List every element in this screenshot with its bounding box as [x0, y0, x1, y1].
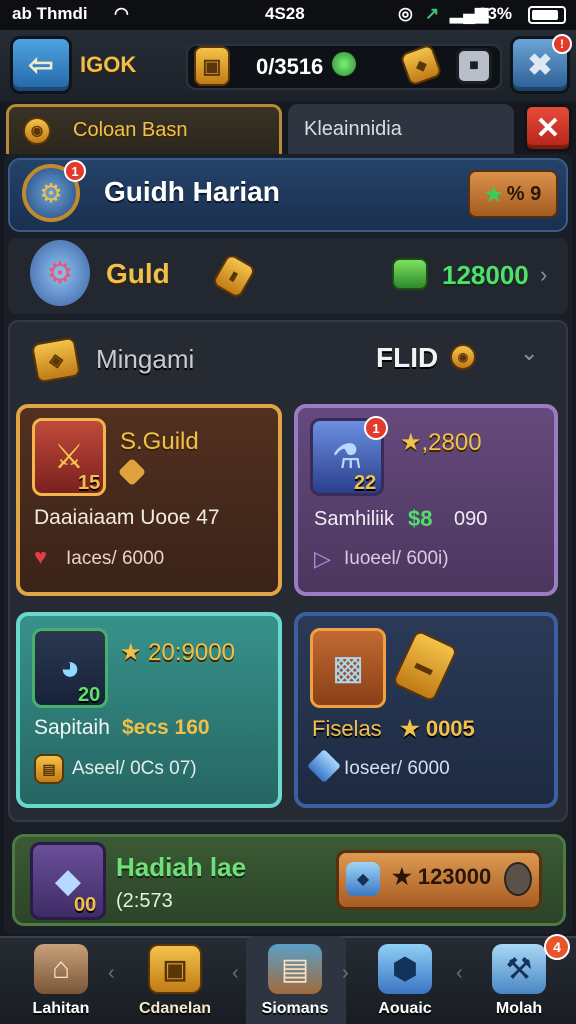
tab-coloan-basn[interactable]: ◉ Coloan Basn [6, 104, 282, 154]
card-line2: Ioseer/ 6000 [344, 758, 450, 779]
play-triangle-icon: ▷ [314, 546, 331, 571]
card-line2: Aseel/ 0Cs 07) [72, 758, 197, 779]
nav-separator-icon: › [342, 962, 349, 984]
section-right-label: FLID [376, 342, 439, 373]
heart-icon: ♥ [34, 544, 48, 569]
signal-arrow-icon: ↗ [425, 4, 440, 23]
close-button[interactable]: ✕ [524, 104, 572, 152]
nav-separator-icon: ‹ [108, 962, 115, 984]
tools-badge: ! [552, 34, 572, 54]
reward-subtitle: (2:573 [116, 890, 173, 912]
card-title: ★,2800 [400, 429, 482, 456]
card-badge: 1 [364, 416, 388, 440]
nav-lahitan[interactable]: ⌂ Lahitan [6, 938, 116, 1020]
card-line1: Sapitaih [34, 716, 110, 739]
battery-icon [528, 6, 566, 24]
card-line1: Daaiaiaam Uooe 47 [34, 506, 220, 529]
treasure-icon: ◈ [30, 336, 82, 384]
gem-shield-icon: ⬢ [378, 944, 432, 994]
reward-title: Hadiah lae [116, 852, 247, 882]
section-coin-icon: ◉ [450, 344, 476, 370]
card-line1-value: ★ 0005 [400, 716, 475, 741]
ice-cube-icon: ▩ [310, 628, 386, 708]
card-line1-value: $ecs 160 [122, 716, 210, 739]
carrier-label: ab Thmdi [12, 4, 88, 23]
card-level: 22 [354, 472, 377, 494]
status-bar: ab Thmdi ◠ 4S28 ◎ ↗ ▂▄▆ 93% [0, 0, 576, 30]
guild-robot-icon: ⚙ [30, 240, 90, 306]
nav-label: Molah [495, 1000, 543, 1017]
nav-label: Siomans [261, 1000, 329, 1017]
card-line1: Samhiliik [314, 508, 395, 530]
card-title: ★ 20:9000 [120, 639, 235, 666]
gem-icon [332, 52, 356, 76]
chevron-down-icon[interactable]: ⌄ [520, 340, 538, 366]
card-level: 20 [78, 684, 101, 706]
header-badge: 1 [64, 160, 86, 182]
add-currency-button[interactable]: ■ [456, 48, 492, 84]
card-title: S.Guild [120, 428, 199, 455]
back-button[interactable]: ⇦ [10, 36, 72, 94]
nav-aouaic[interactable]: ⬢ Aouaic [350, 938, 460, 1020]
card-line2: Iaces/ 6000 [66, 548, 165, 569]
tab-kleainnidia[interactable]: Kleainnidia [288, 104, 514, 154]
card-level: 15 [78, 472, 101, 494]
nav-label: Lahitan [32, 1000, 90, 1017]
tab-label: Kleainnidia [304, 117, 402, 140]
nav-badge: 4 [544, 934, 570, 960]
tab-coin-icon: ◉ [23, 116, 51, 145]
gold-chest-icon: ▣ [194, 46, 230, 86]
alarm-icon: ◎ [398, 4, 413, 23]
header-action-button[interactable]: ★ % 9 [468, 170, 558, 218]
top-bar-label: IGOK [80, 52, 137, 77]
shop-chest-icon: ▤ [268, 944, 322, 994]
battery-percent: 93% [478, 4, 513, 23]
chevron-right-icon[interactable]: › [540, 262, 547, 288]
reward-level: 00 [74, 894, 97, 916]
card-line2: Iuoeel/ 600i) [344, 548, 449, 569]
section-title: Mingami [96, 344, 195, 374]
tab-label: Coloan Basn [73, 119, 188, 141]
reward-button-value: ★ 123000 [392, 864, 492, 889]
card-line1-value2: 090 [454, 508, 488, 530]
home-icon: ⌂ [34, 944, 88, 994]
nav-siomans[interactable]: ▤ Siomans [240, 938, 350, 1020]
page-title: Guidh Harian [104, 176, 280, 207]
guild-label: Guld [106, 258, 170, 289]
currency-value: 0/3516 [256, 54, 324, 79]
wifi-icon: ◠ [114, 4, 129, 23]
nav-label: Aouaic [378, 1000, 432, 1017]
nav-cdanelan[interactable]: ▣ Cdanelan [120, 938, 230, 1020]
card-line1-value: $8 [408, 506, 433, 531]
back-arrow-icon: ⇦ [28, 48, 54, 82]
nav-label: Cdanelan [138, 1000, 211, 1017]
reward-token-icon [504, 862, 532, 896]
close-icon: ✕ [535, 111, 561, 145]
cash-stack-icon [392, 258, 428, 290]
tool-kit-icon: ⚒ [492, 944, 546, 994]
chest-icon: ▣ [148, 944, 202, 994]
scroll-icon: ▤ [34, 754, 64, 784]
clock: 4S28 [265, 4, 305, 23]
card-line1: Fiselas [312, 716, 382, 741]
wrench-icon: ✖ [527, 48, 553, 82]
nav-separator-icon: ‹ [232, 962, 239, 984]
blue-gem-icon: ◆ [346, 862, 380, 896]
header-button-label: % 9 [506, 182, 542, 205]
guild-value: 128000 [442, 260, 529, 290]
nav-separator-icon: ‹ [456, 962, 463, 984]
green-star-icon: ★ [484, 183, 503, 206]
